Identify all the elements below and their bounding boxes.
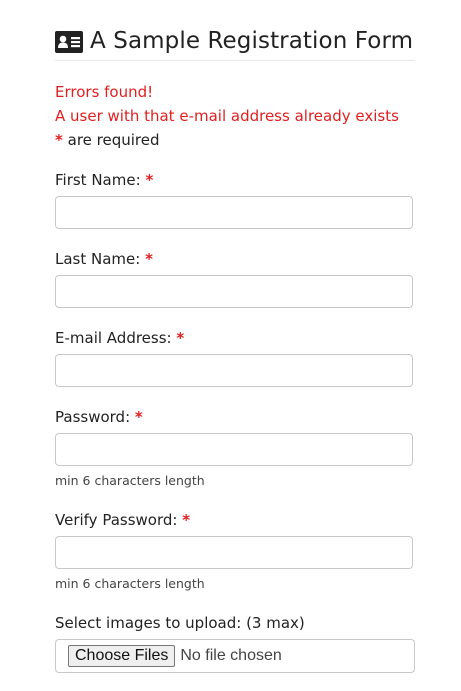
error-heading: Errors found! [55, 83, 154, 101]
page-title: A Sample Registration Form [90, 28, 414, 54]
choose-files-button[interactable]: Choose Files [68, 645, 176, 667]
required-marker: * [55, 131, 63, 149]
file-upload-field[interactable]: Choose Files No file chosen [55, 639, 415, 673]
required-marker: * [182, 511, 191, 529]
required-marker: * [145, 250, 153, 268]
email-input[interactable] [55, 354, 413, 387]
password-input[interactable] [55, 433, 413, 466]
id-card-icon [55, 31, 83, 53]
first-name-label: First Name: * [55, 170, 153, 190]
last-name-label: Last Name: * [55, 249, 153, 269]
verify-password-label: Verify Password: * [55, 510, 190, 530]
password-hint: min 6 characters length [55, 473, 205, 488]
first-name-input[interactable] [55, 196, 413, 229]
email-label: E-mail Address: * [55, 328, 184, 348]
last-name-label-text: Last Name: [55, 250, 141, 268]
password-label: Password: * [55, 407, 143, 427]
email-label-text: E-mail Address: [55, 329, 172, 347]
upload-label: Select images to upload: (3 max) [55, 614, 305, 632]
password-label-text: Password: [55, 408, 131, 426]
verify-password-label-text: Verify Password: [55, 511, 178, 529]
first-name-label-text: First Name: [55, 171, 141, 189]
required-marker: * [176, 329, 185, 347]
form-title-row: A Sample Registration Form [55, 26, 415, 61]
required-note-text: are required [62, 131, 160, 149]
registration-page: A Sample Registration Form Errors found!… [0, 0, 461, 691]
verify-password-hint: min 6 characters length [55, 576, 205, 591]
last-name-input[interactable] [55, 275, 413, 308]
required-marker: * [145, 171, 154, 189]
file-status-text: No file chosen [180, 647, 282, 664]
required-marker: * [134, 408, 143, 426]
required-note: * are required [55, 130, 160, 150]
verify-password-input[interactable] [55, 536, 413, 569]
error-message: A user with that e-mail address already … [55, 107, 399, 125]
